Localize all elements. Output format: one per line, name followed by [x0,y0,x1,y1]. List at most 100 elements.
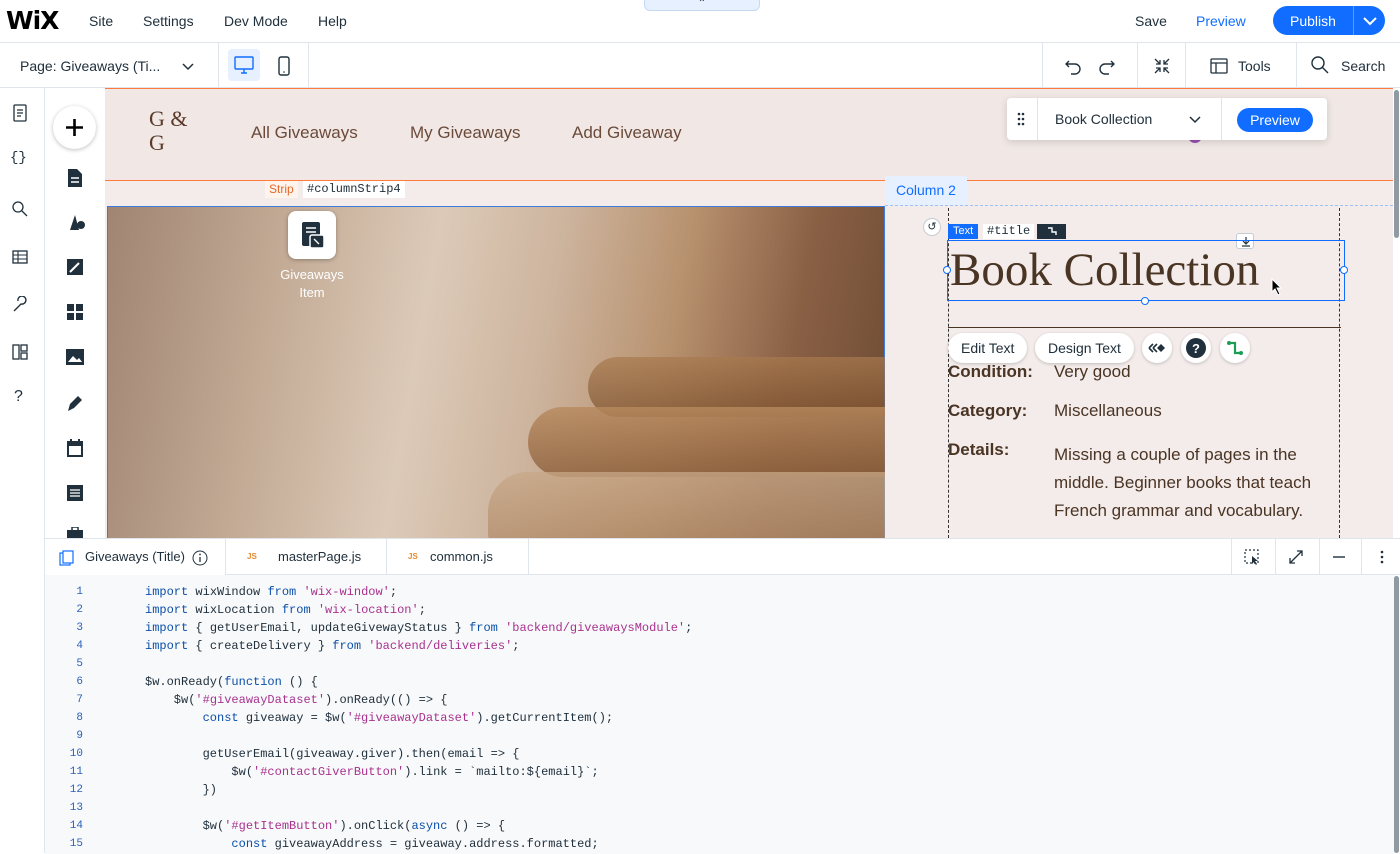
menu-dev-mode[interactable]: Dev Mode [224,13,288,29]
nav-my-giveaways[interactable]: My Giveaways [410,123,521,143]
chevron-down-icon[interactable] [1187,111,1203,127]
media-icon[interactable] [65,348,85,366]
design-icon[interactable] [66,212,86,232]
business-icon[interactable] [66,527,84,538]
pen-icon[interactable] [65,393,85,413]
cms-icon[interactable] [66,484,84,502]
resize-handle[interactable] [1141,297,1149,305]
title-id-label: #title [983,224,1035,239]
preview-button[interactable]: Preview [1196,13,1246,29]
page-label: Page: [20,58,57,74]
dataset-item-select[interactable]: Book Collection [1055,111,1152,127]
code-text[interactable]: $w('#contactGiverButton').link = `mailto… [145,763,598,781]
wix-logo: WiX [6,6,59,35]
search-button[interactable]: Search [1341,58,1385,74]
minimize-icon[interactable] [1331,549,1347,565]
condition-label: Condition: [948,362,1033,381]
line-number: 2 [76,604,83,616]
database-icon[interactable] [11,248,29,266]
code-text[interactable]: $w('#giveawayDataset').onReady(() => { [145,691,448,709]
mobile-icon[interactable] [276,56,292,76]
save-button[interactable]: Save [1135,13,1167,29]
menu-help[interactable]: Help [318,13,347,29]
pages-icon[interactable] [11,103,31,123]
add-elements-button[interactable] [53,106,96,149]
collapse-toolbar-tab[interactable]: ⌃ [644,0,760,11]
nav-all-giveaways[interactable]: All Giveaways [251,123,358,143]
chevron-down-icon [1363,17,1377,26]
edit-text-button[interactable]: Edit Text [948,333,1028,363]
line-number: 4 [76,640,83,652]
line-number: 5 [76,658,83,670]
code-text[interactable]: const giveawayAddress = giveaway.address… [145,835,598,853]
wrench-icon[interactable] [11,296,29,314]
design-text-button[interactable]: Design Text [1035,333,1134,363]
code-text[interactable]: import { getUserEmail, updateGivewayStat… [145,619,692,637]
connect-data-button[interactable] [1220,333,1250,363]
tab-label: masterPage.js [278,549,362,564]
code-text[interactable]: }) [145,781,217,799]
canvas-scrollbar[interactable] [1394,90,1399,238]
tab-giveaways-title[interactable]: Giveaways (Title) [45,539,226,575]
code-text[interactable]: import wixLocation from 'wix-location'; [145,601,426,619]
code-text[interactable]: $w('#getItemButton').onClick(async () =>… [145,817,505,835]
packages-icon[interactable] [11,343,29,361]
publish-button[interactable]: Publish [1273,6,1385,35]
undo-icon[interactable] [1063,56,1083,76]
page-name: Giveaways (Ti... [60,58,161,74]
blog-icon[interactable] [66,258,84,276]
resize-handle[interactable] [1340,266,1348,274]
line-number: 1 [76,586,83,598]
chevron-down-icon[interactable] [180,58,196,74]
title-text[interactable]: Book Collection [950,243,1259,297]
code-editor[interactable]: 1 import wixWindow from 'wix-window'; 2 imp… [45,575,1395,854]
search-icon[interactable] [11,200,29,218]
connect-data-icon[interactable] [1037,224,1066,239]
code-scrollbar[interactable] [1394,576,1399,853]
site-logo[interactable]: G & G [149,107,189,155]
text-tag: Text [948,224,979,239]
tools-button[interactable]: Tools [1238,58,1271,74]
zoom-out-icon[interactable] [1152,56,1172,76]
line-number: 11 [69,766,83,778]
line-number: 9 [76,730,83,742]
code-text[interactable]: import wixWindow from 'wix-window'; [145,583,397,601]
code-text[interactable]: import { createDelivery } from 'backend/… [145,637,520,655]
resize-handle[interactable] [943,266,951,274]
drag-handle-icon[interactable] [1016,111,1026,127]
rotate-icon[interactable]: ↺ [923,218,941,236]
code-text[interactable]: const giveaway = $w('#giveawayDataset').… [145,709,614,727]
tab-master-page[interactable]: JS masterPage.js [226,539,387,575]
tab-common[interactable]: JS common.js [387,539,529,575]
apps-icon[interactable] [66,303,84,321]
desktop-view-button[interactable] [228,49,260,81]
desktop-icon [234,56,254,74]
more-options-icon[interactable] [1374,549,1390,565]
code-text[interactable]: getUserEmail(giveaway.giver).then(email … [145,745,520,763]
info-icon[interactable] [192,550,208,566]
tools-icon [1210,58,1228,74]
help-icon[interactable]: ? [14,388,23,406]
page-selector[interactable]: Page: Giveaways (Ti... [20,58,160,74]
dataset-preview-button[interactable]: Preview [1237,108,1313,132]
book-image [488,472,888,538]
redo-icon[interactable] [1097,56,1117,76]
dynamic-page-icon [302,222,325,249]
strip-image[interactable] [107,206,888,538]
menu-settings[interactable]: Settings [143,13,194,29]
code-braces-icon[interactable]: {} [10,150,27,166]
page-icon[interactable] [66,168,84,188]
menu-site[interactable]: Site [89,13,113,29]
editor-canvas: G & G All Giveaways My Giveaways Add Giv… [105,88,1393,538]
select-element-icon[interactable] [1243,548,1261,566]
help-button[interactable]: ? [1181,333,1211,363]
publish-options-button[interactable] [1353,6,1385,35]
giveaways-item-page-button[interactable] [288,211,336,259]
condition-value: Very good [1054,362,1131,381]
calendar-icon[interactable] [66,438,84,458]
code-panel: Giveaways (Title) JS masterPage.js JS co… [45,538,1400,854]
code-text[interactable]: $w.onReady(function () { [145,673,318,691]
expand-icon[interactable] [1288,549,1304,565]
animation-button[interactable] [1142,333,1172,363]
nav-add-giveaway[interactable]: Add Giveaway [572,123,682,143]
